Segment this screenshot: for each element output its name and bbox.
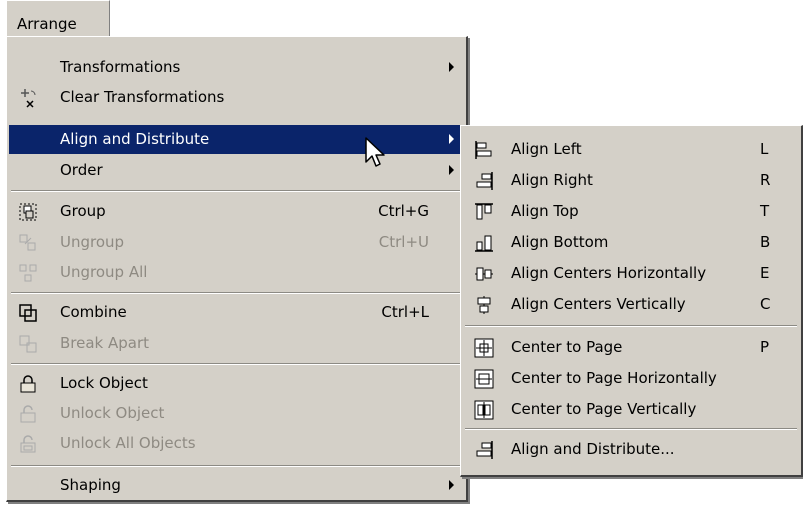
menu-separator [465,325,797,327]
submenu-arrow-icon [449,480,454,490]
unlock-icon [17,403,39,425]
menu-item-center-to-page[interactable]: Center to Page P [463,333,799,362]
menu-item-ungroup: Ungroup Ctrl+U [9,228,464,257]
ungroup-all-icon [17,262,39,284]
menu-item-label: Unlock Object [60,404,165,422]
mouse-cursor-icon [365,137,385,167]
align-right-icon [473,170,495,192]
menu-item-order[interactable]: Order [9,156,464,185]
menu-item-shortcut: Ctrl+G [378,202,429,220]
menu-item-unlock-all-objects: Unlock All Objects [9,429,464,458]
lock-icon [17,373,39,395]
menu-item-shortcut: T [760,202,770,220]
submenu-arrow-icon [449,62,454,72]
menu-item-label: Align Left [511,140,582,158]
menu-item-label: Align and Distribute... [511,440,675,458]
menu-item-align-right[interactable]: Align Right R [463,166,799,195]
menu-item-shortcut: R [760,171,771,189]
menu-item-shortcut: E [760,264,770,282]
menu-item-label: Lock Object [60,374,148,392]
align-left-icon [473,139,495,161]
menu-item-label: Center to Page Vertically [511,400,697,418]
menu-separator [11,363,462,365]
align-and-distribute-icon [473,439,495,461]
menu-item-combine[interactable]: Combine Ctrl+L [9,298,464,327]
menu-item-label: Ungroup [60,233,125,251]
center-to-page-icon [473,337,495,359]
center-to-page-horizontally-icon [473,368,495,390]
menu-item-align-bottom[interactable]: Align Bottom B [463,228,799,257]
combine-icon [17,302,39,324]
menu-item-label: Combine [60,303,127,321]
menu-item-lock-object[interactable]: Lock Object [9,369,464,398]
menu-separator [465,428,797,430]
menu-item-center-to-page-vertically[interactable]: Center to Page Vertically [463,395,799,424]
align-centers-vertically-icon [473,294,495,316]
menu-item-shortcut: Ctrl+L [381,303,429,321]
unlock-all-icon [17,433,39,455]
menu-item-shortcut: Ctrl+U [378,233,429,251]
menu-item-label: Align Centers Horizontally [511,264,707,282]
menu-separator [11,465,462,467]
menu-item-unlock-object: Unlock Object [9,399,464,428]
menu-arrange-label: Arrange [17,15,77,33]
break-apart-icon [17,333,39,355]
menu-item-transformations[interactable]: Transformations [9,53,464,82]
menu-item-label: Align and Distribute [60,130,210,148]
menu-item-label: Shaping [60,476,121,494]
menu-item-ungroup-all: Ungroup All [9,258,464,287]
center-to-page-vertically-icon [473,399,495,421]
align-top-icon [473,201,495,223]
menu-item-label: Clear Transformations [60,88,225,106]
menu-item-label: Center to Page Horizontally [511,369,717,387]
menu-item-label: Transformations [60,58,181,76]
menu-item-label: Break Apart [60,334,150,352]
menu-item-align-centers-vertically[interactable]: Align Centers Vertically C [463,290,799,319]
menu-separator [11,292,462,294]
menu-item-label: Align Top [511,202,579,220]
menu-arrange[interactable]: Arrange [6,0,110,36]
submenu-arrow-icon [449,134,454,144]
align-centers-horizontally-icon [473,263,495,285]
menu-item-label: Unlock All Objects [60,434,196,452]
menu-item-shortcut: B [760,233,771,251]
menu-item-label: Center to Page [511,338,623,356]
menu-separator [11,190,462,192]
menu-item-shaping[interactable]: Shaping [9,471,464,500]
menu-item-align-centers-horizontally[interactable]: Align Centers Horizontally E [463,259,799,288]
align-and-distribute-submenu: Align Left L Align Right R Align Top T A… [460,125,803,477]
menu-item-label: Align Right [511,171,593,189]
menu-item-shortcut: P [760,338,770,356]
menu-item-label: Group [60,202,106,220]
group-icon [17,201,39,223]
menu-item-clear-transformations[interactable]: Clear Transformations [9,83,464,112]
menu-item-align-and-distribute-dialog[interactable]: Align and Distribute... [463,435,799,464]
clear-transformations-icon [17,87,39,109]
menu-item-label: Ungroup All [60,263,148,281]
ungroup-icon [17,232,39,254]
menu-item-shortcut: L [760,140,769,158]
menu-item-shortcut: C [760,295,771,313]
menu-item-center-to-page-horizontally[interactable]: Center to Page Horizontally [463,364,799,393]
menu-item-group[interactable]: Group Ctrl+G [9,197,464,226]
menu-item-label: Align Bottom [511,233,609,251]
menu-item-align-top[interactable]: Align Top T [463,197,799,226]
menu-item-align-left[interactable]: Align Left L [463,135,799,164]
arrange-menu: Transformations Clear Transformations Al… [6,36,468,502]
submenu-arrow-icon [449,165,454,175]
menu-item-break-apart: Break Apart [9,329,464,358]
menu-item-label: Order [60,161,103,179]
menu-item-label: Align Centers Vertically [511,295,686,313]
align-bottom-icon [473,232,495,254]
menu-item-align-and-distribute[interactable]: Align and Distribute [9,125,464,154]
